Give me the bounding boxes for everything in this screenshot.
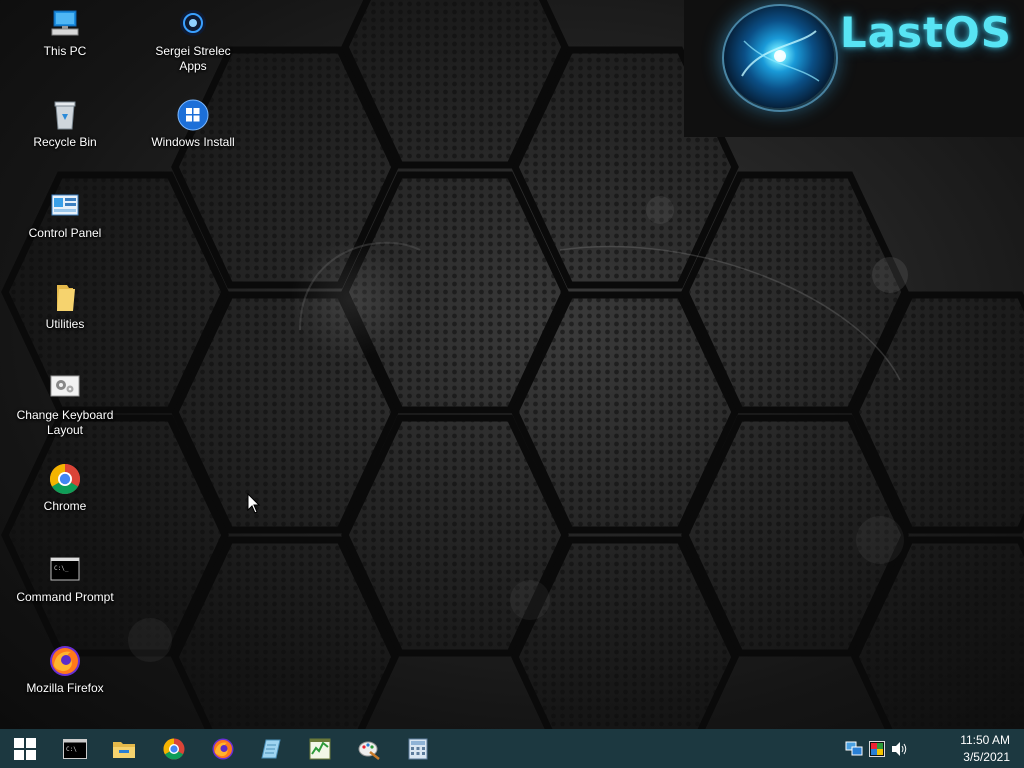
taskbar-clock[interactable]: 11:50 AM 3/5/2021	[930, 732, 1010, 766]
desktop[interactable]: LastOS This PC Sergei Strelec Apps Recyc…	[0, 0, 1024, 729]
desktop-icon-label: Mozilla Firefox	[26, 681, 104, 695]
notepad-icon	[261, 739, 281, 758]
desktop-icon-label: Recycle Bin	[33, 135, 97, 149]
desktop-icon-label: Utilities	[45, 317, 85, 331]
clock-date: 3/5/2021	[963, 750, 1010, 764]
taskbar-task-manager[interactable]	[298, 729, 342, 768]
svg-text:C:\_: C:\_	[54, 565, 69, 572]
desktop-icon-command-prompt[interactable]: C:\_ Command Prompt	[15, 554, 115, 605]
desktop-icon-recycle-bin[interactable]: Recycle Bin	[15, 99, 115, 150]
lastos-brand-logo: LastOS	[684, 0, 1024, 137]
taskbar-file-explorer[interactable]	[102, 729, 146, 768]
command-prompt-icon: C:\	[63, 738, 87, 759]
network-icon	[845, 741, 863, 756]
taskbar-command-prompt[interactable]: C:\	[53, 729, 97, 768]
control-panel-icon	[49, 190, 81, 222]
taskbar-paint[interactable]	[347, 729, 391, 768]
start-icon	[14, 737, 36, 760]
folder-icon	[49, 281, 81, 313]
mouse-cursor	[247, 493, 261, 514]
orb-swirl-icon	[741, 30, 820, 82]
firefox-icon	[49, 645, 81, 677]
taskbar-calculator[interactable]	[396, 729, 440, 768]
start-button[interactable]	[3, 729, 47, 768]
desktop-icon-chrome[interactable]: Chrome	[15, 463, 115, 514]
tray-network[interactable]	[844, 739, 864, 759]
task-manager-icon	[309, 738, 331, 759]
chrome-icon	[163, 738, 185, 759]
command-prompt-icon: C:\_	[49, 554, 81, 586]
svg-text:C:\: C:\	[66, 746, 77, 753]
clock-time: 11:50 AM	[960, 733, 1010, 747]
desktop-icon-label: Command Prompt	[16, 590, 114, 604]
desktop-icon-utilities[interactable]: Utilities	[15, 281, 115, 332]
strelec-apps-icon	[177, 8, 209, 40]
desktop-icon-label: Windows Install	[151, 135, 235, 149]
taskbar-firefox[interactable]	[201, 729, 245, 768]
desktop-icon-label: Change Keyboard Layout	[16, 408, 114, 437]
desktop-icon-label: Control Panel	[28, 226, 102, 240]
taskbar-notepad[interactable]	[249, 729, 293, 768]
firefox-icon	[212, 738, 234, 759]
desktop-icon-label: This PC	[43, 44, 87, 58]
desktop-icon-label: Sergei Strelec Apps	[155, 44, 231, 73]
display-icon	[869, 741, 885, 757]
calculator-icon	[408, 738, 428, 759]
file-explorer-icon	[113, 741, 135, 758]
paint-icon	[358, 741, 380, 760]
taskbar: C:\ 11:50 AM 3/5/2021	[0, 729, 1024, 768]
desktop-icon-control-panel[interactable]: Control Panel	[15, 190, 115, 241]
volume-icon	[892, 742, 907, 756]
taskbar-chrome[interactable]	[152, 729, 196, 768]
desktop-icon-windows-install[interactable]: Windows Install	[143, 99, 243, 150]
chrome-icon	[49, 463, 81, 495]
desktop-icon-label: Chrome	[43, 499, 87, 513]
this-pc-icon	[49, 8, 81, 40]
tray-volume[interactable]	[890, 739, 910, 759]
brand-text: LastOS	[839, 8, 1012, 57]
keyboard-layout-icon	[49, 372, 81, 404]
desktop-icon-mozilla-firefox[interactable]: Mozilla Firefox	[15, 645, 115, 696]
desktop-icon-strelec-apps[interactable]: Sergei Strelec Apps	[143, 8, 243, 74]
desktop-icon-this-pc[interactable]: This PC	[15, 8, 115, 59]
desktop-icon-change-keyboard-layout[interactable]: Change Keyboard Layout	[15, 372, 115, 438]
tray-display[interactable]	[867, 739, 887, 759]
recycle-bin-icon	[49, 99, 81, 131]
windows-install-icon	[177, 99, 209, 131]
